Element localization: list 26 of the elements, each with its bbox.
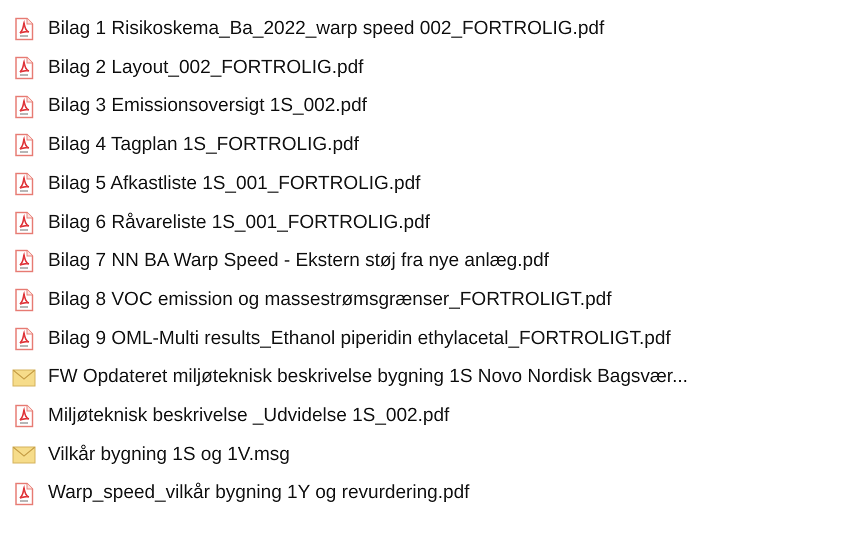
pdf-file-icon xyxy=(13,288,35,312)
pdf-file-icon xyxy=(13,94,35,119)
envelope-icon xyxy=(12,368,36,387)
file-name[interactable]: Vilkår bygning 1S og 1V.msg xyxy=(48,440,290,470)
file-name[interactable]: Bilag 3 Emissionsoversigt 1S_002.pdf xyxy=(48,92,367,121)
pdf-file-icon xyxy=(13,17,35,42)
pdf-file-icon xyxy=(13,482,35,506)
file-name[interactable]: Bilag 6 Råvareliste 1S_001_FORTROLIG.pdf xyxy=(48,208,430,238)
file-name[interactable]: Bilag 8 VOC emission og massestrømsgrænser_FORTROLIGT.pdf xyxy=(48,286,612,314)
file-name[interactable]: Bilag 1 Risikoskema_Ba_2022_warp speed 002_FORTROLIG.pdf xyxy=(48,15,604,44)
pdf-file-icon xyxy=(13,326,35,351)
pdf-file-icon xyxy=(13,404,35,428)
pdf-file-icon xyxy=(13,56,35,80)
envelope-icon xyxy=(12,446,36,464)
file-name[interactable]: Bilag 9 OML-Multi results_Ethanol piperidin ethylacetal_FORTROLIGT.pdf xyxy=(48,324,671,354)
file-name[interactable]: Bilag 2 Layout_002_FORTROLIG.pdf xyxy=(48,54,364,82)
pdf-file-icon xyxy=(13,249,35,274)
file-name[interactable]: Warp_speed_vilkår bygning 1Y og revurdering.pdf xyxy=(48,479,470,508)
file-name[interactable]: Bilag 4 Tagplan 1S_FORTROLIG.pdf xyxy=(48,131,359,160)
pdf-file-icon xyxy=(13,133,35,158)
pdf-file-icon xyxy=(13,172,35,196)
file-name[interactable]: FW Opdateret miljøteknisk beskrivelse bygning 1S Novo Nordisk Bagsvær... xyxy=(48,363,688,392)
file-name[interactable]: Miljøteknisk beskrivelse _Udvidelse 1S_002.pdf xyxy=(48,402,450,430)
file-name[interactable]: Bilag 7 NN BA Warp Speed - Ekstern støj fra nye anlæg.pdf xyxy=(48,247,549,276)
file-name[interactable]: Bilag 5 Afkastliste 1S_001_FORTROLIG.pdf xyxy=(48,170,420,198)
pdf-file-icon xyxy=(13,210,35,235)
